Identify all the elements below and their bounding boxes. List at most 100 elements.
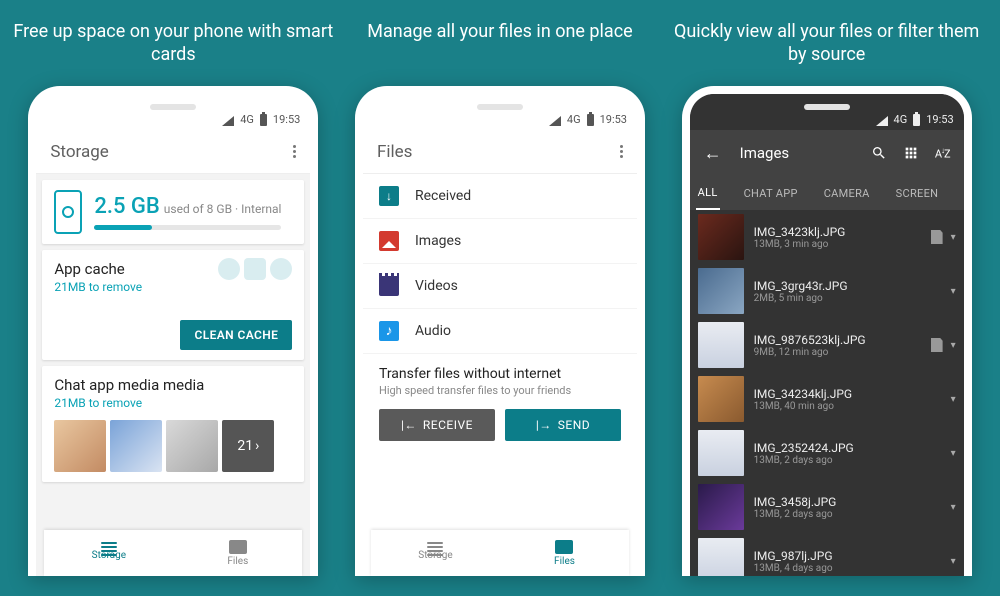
- images-icon: [379, 231, 399, 251]
- overflow-menu-icon[interactable]: [620, 145, 623, 158]
- sdcard-icon: [931, 338, 943, 352]
- caption-3: Quickly view all your files or filter th…: [667, 20, 987, 68]
- send-button[interactable]: |→ SEND: [505, 409, 621, 441]
- send-label: SEND: [558, 418, 590, 432]
- signal-icon: [876, 116, 888, 126]
- media-thumb[interactable]: [110, 420, 162, 472]
- battery-icon: [587, 114, 594, 126]
- image-name: IMG_9876523klj.JPG: [754, 333, 921, 347]
- chevron-down-icon[interactable]: ▾: [951, 286, 956, 297]
- sort-button[interactable]: A↓Z: [935, 146, 950, 161]
- category-label: Audio: [415, 323, 451, 339]
- page-title: Files: [377, 142, 412, 162]
- image-list[interactable]: IMG_3423klj.JPG13MB, 3 min ago▾IMG_3grg4…: [690, 210, 964, 576]
- videos-icon: [379, 276, 399, 296]
- image-row[interactable]: IMG_3grg43r.JPG2MB, 5 min ago▾: [690, 264, 964, 318]
- chevron-down-icon[interactable]: ▾: [951, 448, 956, 459]
- phone-icon: [54, 190, 82, 234]
- search-icon[interactable]: [871, 145, 887, 161]
- image-row[interactable]: IMG_9876523klj.JPG9MB, 12 min ago ▾: [690, 318, 964, 372]
- category-received[interactable]: Received: [363, 174, 637, 219]
- image-meta: 13MB, 40 min ago: [754, 401, 941, 412]
- network-label: 4G: [894, 113, 908, 126]
- image-name: IMG_987lj.JPG: [754, 549, 941, 563]
- image-thumb: [698, 268, 744, 314]
- image-row[interactable]: IMG_987lj.JPG13MB, 4 days ago▾: [690, 534, 964, 576]
- image-name: IMG_3423klj.JPG: [754, 225, 921, 239]
- nav-storage[interactable]: Storage: [44, 530, 173, 576]
- media-thumb[interactable]: [166, 420, 218, 472]
- sdcard-icon: [931, 230, 943, 244]
- more-count: 21: [237, 438, 253, 454]
- back-icon[interactable]: ←: [704, 143, 722, 164]
- chevron-down-icon[interactable]: ▾: [951, 340, 956, 351]
- media-title: Chat app media media: [54, 376, 292, 394]
- media-thumb[interactable]: [54, 420, 106, 472]
- image-meta: 13MB, 2 days ago: [754, 455, 941, 466]
- image-name: IMG_34234klj.JPG: [754, 387, 941, 401]
- image-row[interactable]: IMG_2352424.JPG13MB, 2 days ago▾: [690, 426, 964, 480]
- category-videos[interactable]: Videos: [363, 264, 637, 309]
- image-name: IMG_3grg43r.JPG: [754, 279, 941, 293]
- appbar-images: ← Images A↓Z: [690, 130, 964, 176]
- network-label: 4G: [240, 113, 254, 126]
- image-thumb: [698, 376, 744, 422]
- image-thumb: [698, 430, 744, 476]
- chevron-down-icon[interactable]: ▾: [951, 502, 956, 513]
- clock: 19:53: [926, 113, 953, 126]
- media-more-button[interactable]: 21 ›: [222, 420, 274, 472]
- tab-screen[interactable]: SCREEN: [894, 187, 941, 200]
- chevron-down-icon[interactable]: ▾: [951, 394, 956, 405]
- caption-2: Manage all your files in one place: [367, 20, 632, 68]
- status-bar: 4G 19:53: [363, 94, 637, 130]
- image-row[interactable]: IMG_3423klj.JPG13MB, 3 min ago▾: [690, 210, 964, 264]
- transfer-sub: High speed transfer files to your friend…: [379, 384, 621, 397]
- image-row[interactable]: IMG_34234klj.JPG13MB, 40 min ago ▾: [690, 372, 964, 426]
- cache-sub: 21MB to remove: [54, 280, 292, 294]
- nav-storage[interactable]: Storage: [371, 530, 500, 576]
- app-cache-card: App cache 21MB to remove CLEAN CACHE: [42, 250, 304, 360]
- clean-cache-button[interactable]: CLEAN CACHE: [180, 320, 292, 350]
- phone-speaker: [804, 104, 850, 110]
- received-icon: [379, 186, 399, 206]
- image-meta: 13MB, 2 days ago: [754, 509, 941, 520]
- usage-label: used of 8 GB · Internal: [164, 202, 282, 216]
- image-row[interactable]: IMG_3458j.JPG13MB, 2 days ago ▾: [690, 480, 964, 534]
- image-name: IMG_3458j.JPG: [754, 495, 941, 509]
- phone-speaker: [150, 104, 196, 110]
- storage-usage-card[interactable]: 2.5 GB used of 8 GB · Internal: [42, 180, 304, 244]
- usage-value: 2.5 GB: [94, 194, 159, 219]
- phone-speaker: [477, 104, 523, 110]
- tab-camera[interactable]: CAMERA: [822, 187, 872, 200]
- caption-1: Free up space on your phone with smart c…: [13, 20, 333, 68]
- category-label: Received: [415, 188, 471, 204]
- receive-button[interactable]: |← RECEIVE: [379, 409, 495, 441]
- status-bar: 4G 19:53: [690, 94, 964, 130]
- tab-all[interactable]: ALL: [696, 176, 720, 210]
- overflow-menu-icon[interactable]: [293, 145, 296, 158]
- chevron-down-icon[interactable]: ▾: [951, 556, 956, 567]
- image-meta: 9MB, 12 min ago: [754, 347, 921, 358]
- audio-icon: [379, 321, 399, 341]
- nav-label: Files: [227, 556, 248, 567]
- grid-view-icon[interactable]: [903, 145, 919, 161]
- nav-label: Storage: [92, 550, 126, 561]
- nav-files[interactable]: Files: [500, 530, 629, 576]
- receive-icon: |←: [401, 418, 417, 432]
- send-icon: |→: [536, 418, 552, 432]
- cache-decoration-icon: [218, 258, 292, 280]
- chevron-right-icon: ›: [255, 438, 259, 454]
- clock: 19:53: [273, 113, 300, 126]
- receive-label: RECEIVE: [423, 418, 473, 432]
- phone-storage: 4G 19:53 Storage 2.5 GB used of 8 GB: [28, 86, 318, 576]
- nav-label: Files: [554, 556, 575, 567]
- chevron-down-icon[interactable]: ▾: [951, 232, 956, 243]
- signal-icon: [549, 116, 561, 126]
- category-audio[interactable]: Audio: [363, 309, 637, 354]
- folder-icon: [229, 540, 247, 554]
- tab-chat-app[interactable]: CHAT APP: [742, 187, 800, 200]
- category-images[interactable]: Images: [363, 219, 637, 264]
- battery-icon: [260, 114, 267, 126]
- appbar-files: Files: [363, 130, 637, 174]
- nav-files[interactable]: Files: [173, 530, 302, 576]
